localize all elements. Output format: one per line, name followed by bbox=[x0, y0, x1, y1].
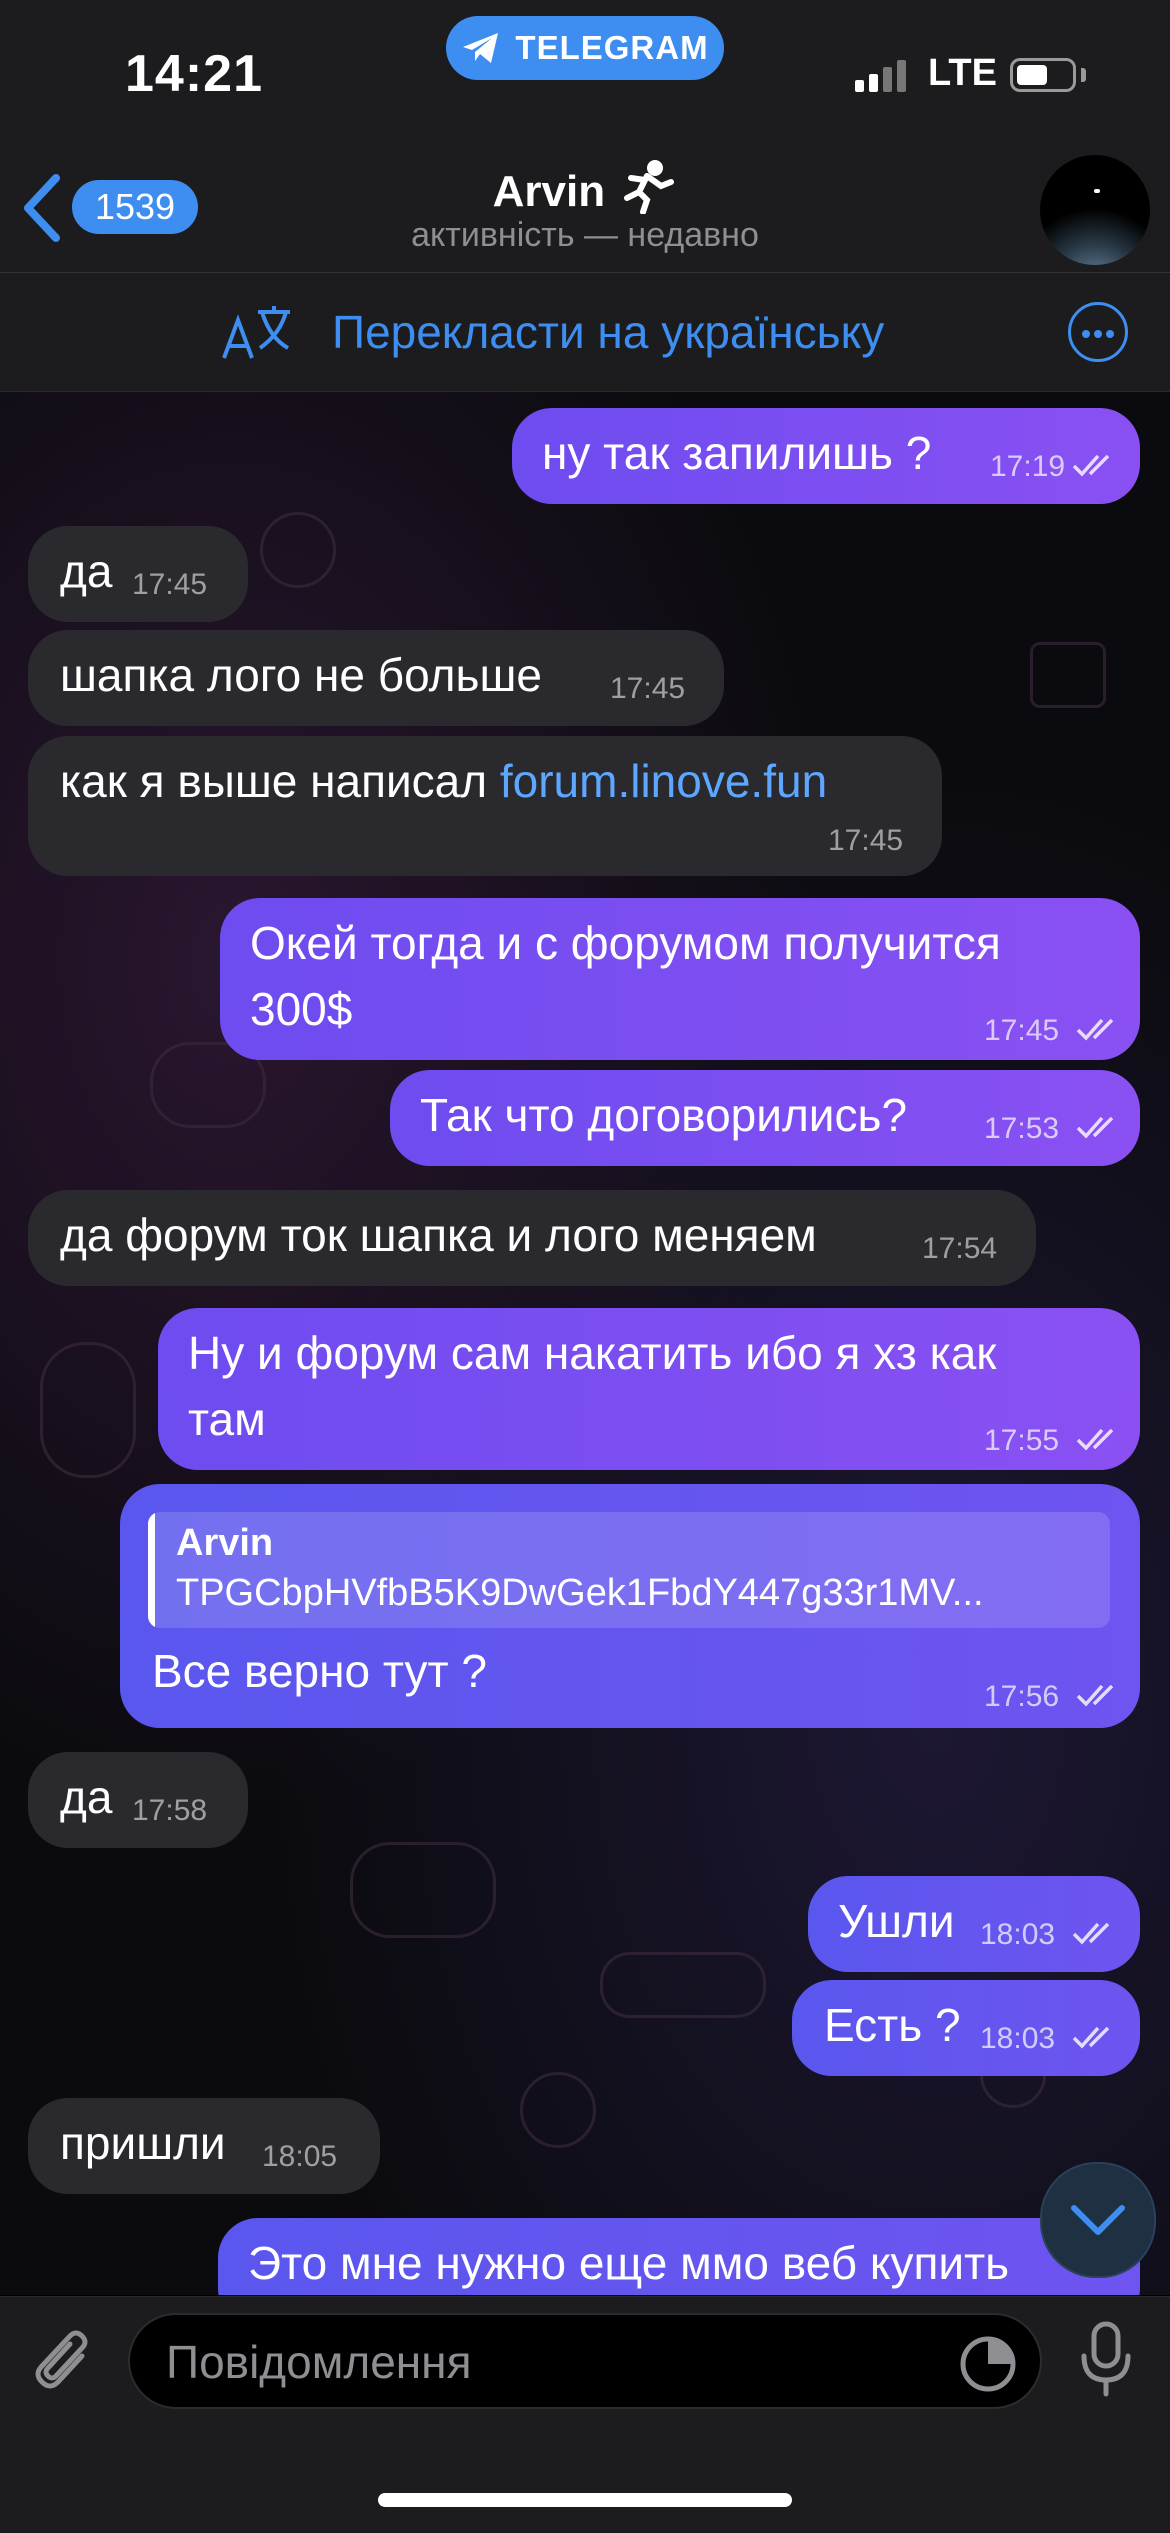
message-text: Все верно тут ? bbox=[152, 1645, 487, 1697]
voice-record-button[interactable] bbox=[1078, 2320, 1134, 2405]
message-text: да bbox=[60, 1771, 113, 1823]
message-bubble[interactable]: Есть ? 18:03 bbox=[792, 1980, 1140, 2076]
message-bubble[interactable]: Ну и форум сам накатить ибо я хз как там… bbox=[158, 1308, 1140, 1470]
reply-quote[interactable]: Arvin TPGCbpHVfbB5K9DwGek1FbdY447g33r1MV… bbox=[148, 1512, 1110, 1628]
message-time: 17:56 bbox=[984, 1680, 1060, 1713]
contact-avatar[interactable] bbox=[1040, 155, 1150, 265]
read-checks-icon bbox=[1076, 1018, 1114, 1041]
message-bubble[interactable]: Так что договорились? 17:53 bbox=[390, 1070, 1140, 1166]
battery-tip bbox=[1081, 68, 1086, 82]
telegram-pill-label: TELEGRAM bbox=[515, 29, 709, 66]
message-time: 17:45 bbox=[828, 824, 904, 857]
message-bubble[interactable]: шапка лого не больше 17:45 bbox=[28, 630, 724, 726]
more-options-icon[interactable] bbox=[1068, 302, 1128, 362]
message-text: Так что договорились? bbox=[420, 1089, 908, 1141]
message-time: 17:55 bbox=[984, 1424, 1060, 1457]
message-time: 17:54 bbox=[922, 1232, 998, 1265]
signal-icon bbox=[855, 60, 906, 92]
telegram-pill[interactable]: TELEGRAM bbox=[446, 16, 724, 80]
read-checks-icon bbox=[1072, 2026, 1110, 2049]
sticker-button[interactable] bbox=[958, 2334, 1018, 2399]
network-label: LTE bbox=[928, 52, 997, 94]
chat-area[interactable]: ну так запилишь ? 17:19 да 17:45 шапка л… bbox=[0, 392, 1170, 2295]
read-checks-icon bbox=[1076, 1428, 1114, 1451]
message-text: Ушли bbox=[838, 1895, 955, 1947]
message-link[interactable]: forum.linove.fun bbox=[500, 755, 827, 807]
message-time: 18:05 bbox=[262, 2140, 338, 2173]
contact-status: активність — недавно bbox=[411, 216, 759, 254]
message-text-line: Ну и форум сам накатить ибо я хз как bbox=[188, 1327, 997, 1379]
microphone-icon bbox=[1081, 2321, 1131, 2397]
message-time: 17:53 bbox=[984, 1112, 1060, 1145]
translate-button[interactable]: Перекласти на українську bbox=[332, 305, 884, 359]
message-time: 18:03 bbox=[980, 1918, 1056, 1951]
message-time: 17:45 bbox=[132, 568, 208, 601]
message-bubble[interactable]: Это мне нужно еще ммо веб купить bbox=[218, 2218, 1140, 2295]
message-bubble[interactable]: пришли 18:05 bbox=[28, 2098, 380, 2194]
message-time: 17:19 bbox=[990, 450, 1066, 483]
telegram-plane-icon bbox=[463, 33, 499, 63]
message-bubble[interactable]: Ушли 18:03 bbox=[808, 1876, 1140, 1972]
contact-name: Arvin bbox=[492, 167, 606, 216]
paperclip-icon bbox=[35, 2330, 88, 2389]
message-text: как я выше написал bbox=[60, 755, 500, 807]
message-time: 17:58 bbox=[132, 1794, 208, 1827]
chevron-down-icon bbox=[1071, 2205, 1125, 2235]
read-checks-icon bbox=[1072, 1922, 1110, 1945]
message-bubble[interactable]: да 17:58 bbox=[28, 1752, 248, 1848]
message-text: ну так запилишь ? bbox=[542, 427, 932, 479]
message-text-line: 300$ bbox=[250, 983, 353, 1035]
message-text: да форум ток шапка и лого меняем bbox=[60, 1209, 817, 1261]
home-indicator bbox=[378, 2493, 792, 2507]
message-text: пришли bbox=[60, 2117, 226, 2169]
runner-emoji-icon bbox=[624, 160, 675, 215]
message-text: да bbox=[60, 545, 113, 597]
battery-icon bbox=[1010, 58, 1076, 92]
message-time: 17:45 bbox=[610, 672, 686, 705]
message-bubble[interactable]: ну так запилишь ? 17:19 bbox=[512, 408, 1140, 504]
message-bubble[interactable]: Arvin TPGCbpHVfbB5K9DwGek1FbdY447g33r1MV… bbox=[120, 1484, 1140, 1728]
sticker-icon bbox=[960, 2336, 1016, 2392]
message-input-placeholder: Повідомлення bbox=[166, 2336, 472, 2388]
message-text-line: Окей тогда и с форумом получится bbox=[250, 917, 1001, 969]
reply-bar bbox=[148, 1512, 155, 1628]
message-text: шапка лого не больше bbox=[60, 649, 542, 701]
message-text: Это мне нужно еще ммо веб купить bbox=[248, 2237, 1010, 2289]
reply-text: TPGCbpHVfbB5K9DwGek1FbdY447g33r1MV... bbox=[176, 1572, 984, 1614]
message-bubble[interactable]: как я выше написал forum.linove.fun 17:4… bbox=[28, 736, 942, 876]
read-checks-icon bbox=[1072, 454, 1110, 477]
status-time: 14:21 bbox=[125, 45, 263, 103]
message-bubble[interactable]: да форум ток шапка и лого меняем 17:54 bbox=[28, 1190, 1036, 1286]
read-checks-icon bbox=[1076, 1684, 1114, 1707]
message-bubble[interactable]: да 17:45 bbox=[28, 526, 248, 622]
scroll-down-button[interactable] bbox=[1040, 2162, 1156, 2278]
attach-button[interactable] bbox=[30, 2326, 102, 2407]
message-bubble[interactable]: Окей тогда и с форумом получится 300$ 17… bbox=[220, 898, 1140, 1060]
translate-icon[interactable] bbox=[218, 302, 298, 371]
message-time: 17:45 bbox=[984, 1014, 1060, 1047]
read-checks-icon bbox=[1076, 1116, 1114, 1139]
message-time: 18:03 bbox=[980, 2022, 1056, 2055]
chat-title[interactable]: Arvin bbox=[0, 158, 1170, 217]
message-text-line: там bbox=[188, 1393, 266, 1445]
reply-sender: Arvin bbox=[176, 1522, 274, 1564]
message-text: Есть ? bbox=[824, 1999, 961, 2051]
